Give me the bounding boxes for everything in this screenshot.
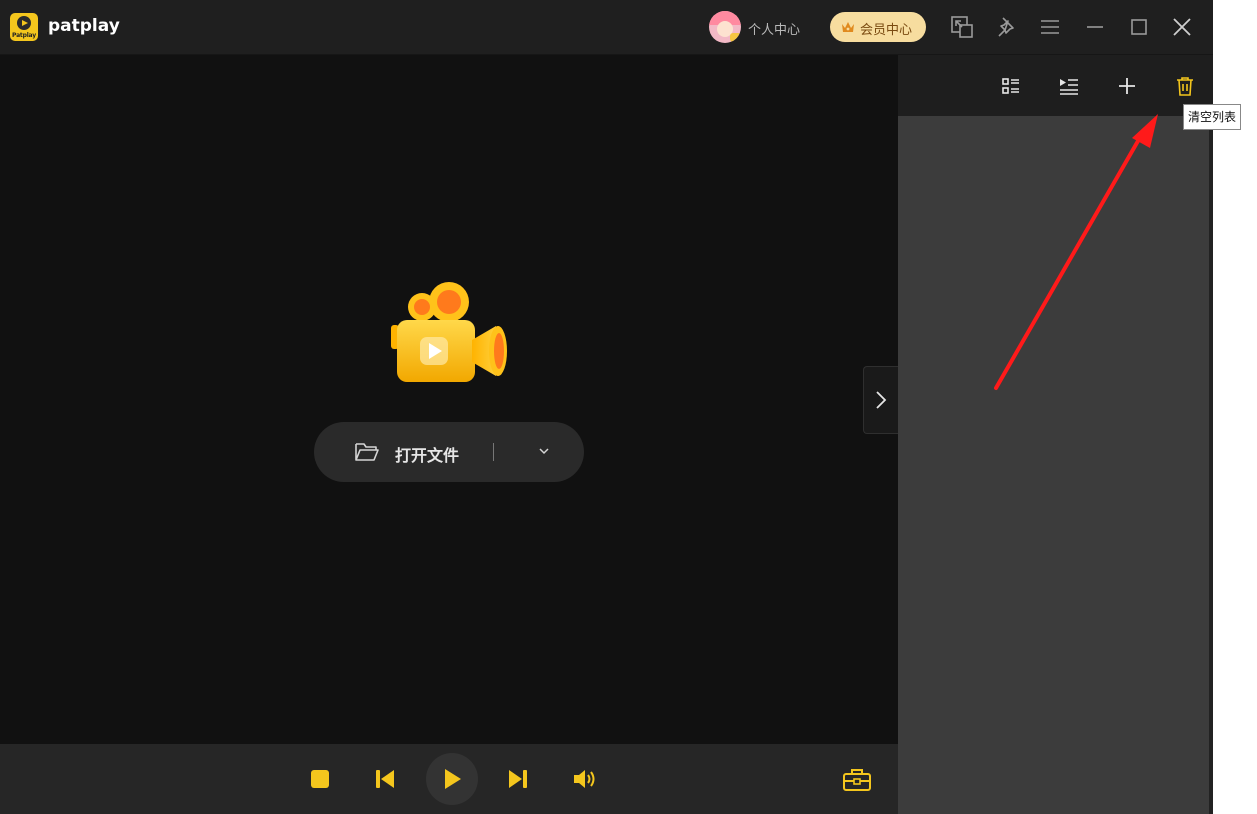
maximize-icon[interactable]	[1126, 14, 1152, 40]
vip-badge-icon	[730, 33, 741, 42]
chevron-down-icon[interactable]	[538, 446, 550, 456]
play-list-icon[interactable]	[1058, 75, 1080, 97]
clear-list-tooltip: 清空列表	[1183, 104, 1242, 130]
logo-play-icon	[17, 16, 31, 30]
vip-center-label: 会员中心	[860, 23, 913, 38]
video-camera-illustration	[391, 282, 507, 382]
trash-icon[interactable]	[1174, 75, 1196, 97]
playlist-header	[898, 55, 1213, 116]
open-file-divider	[493, 443, 494, 461]
menu-icon[interactable]	[1037, 14, 1063, 40]
add-icon[interactable]	[1116, 75, 1138, 97]
folder-icon	[355, 443, 379, 461]
video-area[interactable]: 打开文件	[0, 55, 898, 744]
logo-text: Patplay	[12, 32, 36, 39]
stop-icon[interactable]	[309, 768, 331, 790]
volume-icon[interactable]	[572, 768, 596, 790]
annotation-arrow-icon	[994, 114, 1158, 390]
playlist-scrollbar[interactable]	[1209, 116, 1213, 814]
pin-icon[interactable]	[993, 14, 1019, 40]
crown-icon	[842, 22, 854, 32]
previous-icon[interactable]	[374, 768, 396, 790]
playlist-toggle-button[interactable]	[863, 366, 898, 434]
user-center-link[interactable]: 个人中心	[748, 19, 800, 38]
avatar[interactable]	[709, 11, 741, 43]
play-button[interactable]	[426, 753, 478, 805]
open-file-button[interactable]: 打开文件	[314, 422, 584, 482]
title-bar: Patplay patplay 个人中心 会员中心	[0, 0, 1213, 55]
minimize-icon[interactable]	[1082, 14, 1108, 40]
app-logo: Patplay	[10, 13, 38, 41]
vip-center-button[interactable]: 会员中心	[830, 12, 926, 42]
play-icon	[445, 769, 461, 789]
control-bar	[0, 744, 898, 814]
next-icon[interactable]	[507, 768, 529, 790]
app-title: patplay	[48, 16, 120, 36]
close-icon[interactable]	[1169, 14, 1195, 40]
list-view-icon[interactable]	[1000, 75, 1022, 97]
toolbox-icon[interactable]	[842, 767, 872, 793]
picture-in-picture-icon[interactable]	[949, 14, 975, 40]
chevron-right-icon	[876, 391, 887, 409]
open-file-label: 打开文件	[395, 446, 460, 465]
